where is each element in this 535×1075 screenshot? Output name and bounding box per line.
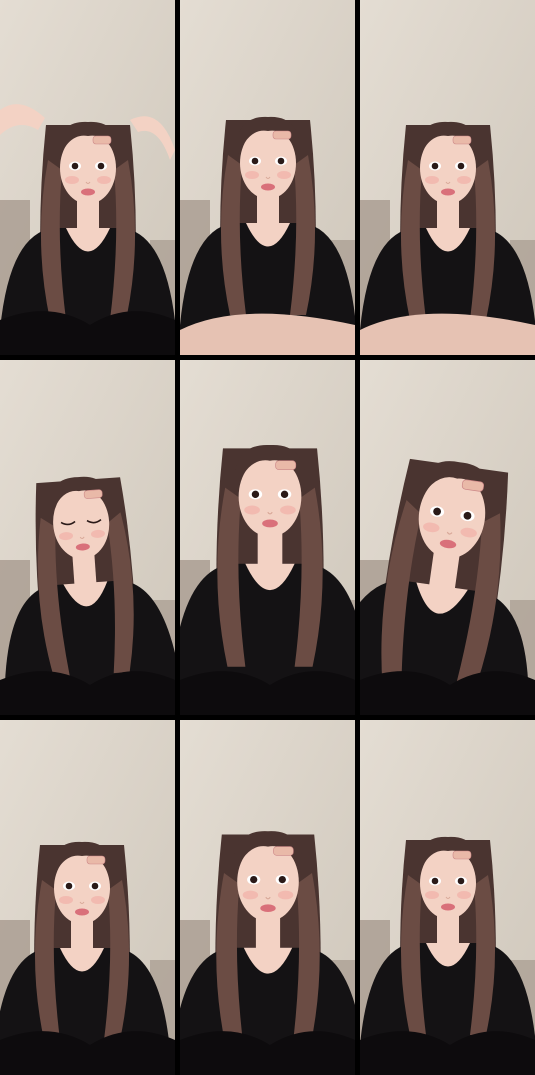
lips	[441, 188, 455, 196]
pupil-right	[280, 490, 289, 499]
pupil-left	[251, 490, 260, 499]
pupil-right	[277, 157, 285, 165]
frame-image	[0, 720, 175, 1075]
pupil-right	[278, 875, 286, 884]
pupil-right	[97, 162, 105, 170]
hair-clip	[452, 135, 472, 145]
photo-frame-4	[0, 360, 175, 715]
hair-clip	[273, 846, 294, 856]
frame-image	[180, 360, 355, 715]
hair-clip	[83, 489, 103, 499]
hair-clip	[275, 460, 297, 471]
cheek-left	[245, 171, 259, 179]
lips	[441, 903, 455, 911]
cheek-right	[91, 896, 105, 904]
pupil-left	[251, 157, 259, 165]
cheek-left	[425, 176, 439, 184]
lips	[262, 519, 278, 528]
frame-image	[360, 720, 535, 1075]
cheek-right	[277, 890, 294, 900]
photo-frame-5	[180, 360, 355, 715]
frame-image	[0, 0, 175, 355]
cheek-left	[244, 505, 260, 515]
photo-grid	[0, 0, 535, 1075]
pupil-left	[250, 875, 258, 884]
pupil-right	[457, 877, 465, 885]
photo-frame-2	[180, 0, 355, 355]
pupil-right	[91, 882, 99, 890]
pupil-right	[457, 162, 465, 170]
cheek-left	[59, 896, 73, 904]
lips	[261, 183, 275, 191]
lips	[81, 188, 95, 196]
photo-frame-9	[360, 720, 535, 1075]
cheek-left	[242, 890, 259, 900]
hair-clip	[452, 850, 472, 860]
frame-image	[0, 360, 175, 715]
pupil-left	[431, 162, 439, 170]
cheek-right	[97, 176, 111, 184]
hair-clip	[272, 130, 292, 140]
frame-image	[360, 0, 535, 355]
frame-image	[180, 720, 355, 1075]
pupil-left	[71, 162, 79, 170]
frame-image	[180, 0, 355, 355]
pupil-left	[65, 882, 73, 890]
cheek-right	[457, 891, 471, 899]
photo-frame-8	[180, 720, 355, 1075]
cheek-right	[280, 505, 296, 515]
cheek-left	[65, 176, 79, 184]
lips	[75, 908, 89, 916]
cheek-right	[277, 171, 291, 179]
photo-frame-1	[0, 0, 175, 355]
pupil-left	[431, 877, 439, 885]
hair-clip	[86, 855, 106, 865]
photo-frame-6	[360, 360, 535, 715]
cheek-right	[457, 176, 471, 184]
photo-frame-7	[0, 720, 175, 1075]
hair-clip	[92, 135, 112, 145]
cheek-left	[425, 891, 439, 899]
lips	[260, 904, 276, 913]
frame-image	[360, 360, 535, 715]
photo-frame-3	[360, 0, 535, 355]
